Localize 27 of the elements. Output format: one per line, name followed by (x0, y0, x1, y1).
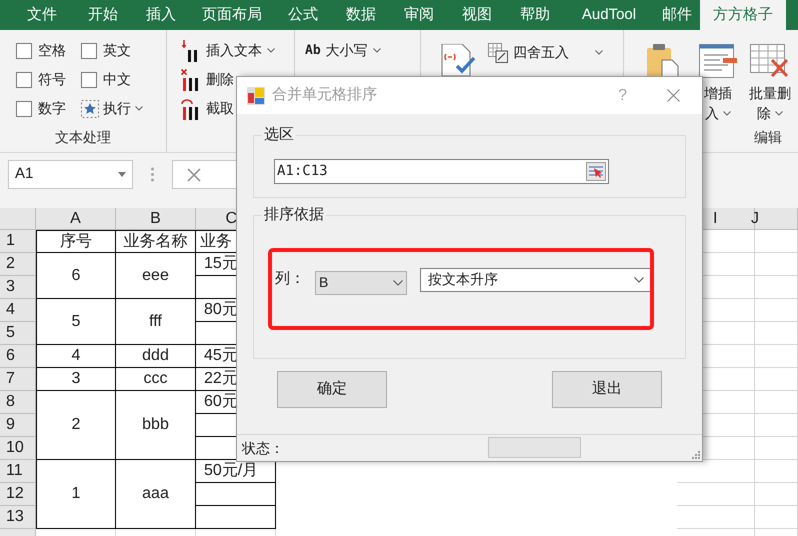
table-cell: eee (116, 253, 196, 299)
group-label: 编辑 (754, 128, 782, 147)
group-title: 选区 (263, 125, 295, 145)
group-title: 排序依据 (263, 205, 325, 225)
checkbox-label: 中文 (103, 70, 131, 89)
table-cell: 50元/月 (196, 460, 276, 483)
checkbox-label: 空格 (38, 41, 66, 60)
table-cell: fff (116, 299, 196, 345)
table-cell: 4 (36, 345, 116, 368)
checkbox-label: 数字 (38, 99, 66, 118)
table-cell: ccc (116, 368, 196, 391)
table-cell: 6 (36, 253, 116, 299)
table-cell: 2 (36, 391, 116, 460)
dialog-title: 合并单元格排序 (272, 85, 377, 106)
table-cell: 序号 (36, 230, 116, 253)
table-cell: 业务名称 (116, 230, 196, 253)
table-cell: ddd (116, 345, 196, 368)
column-label: 列： (275, 269, 306, 290)
table-cell: bbb (116, 391, 196, 460)
checkbox-label: 符号 (38, 70, 66, 89)
table-cell: 5 (36, 299, 116, 345)
table-cell: 1 (36, 460, 116, 529)
table-cell: 3 (36, 368, 116, 391)
status-label: 状态： (242, 438, 284, 458)
group-label: 文本处理 (54, 128, 112, 147)
table-cell: aaa (116, 460, 196, 529)
checkbox-label: 英文 (103, 41, 131, 60)
